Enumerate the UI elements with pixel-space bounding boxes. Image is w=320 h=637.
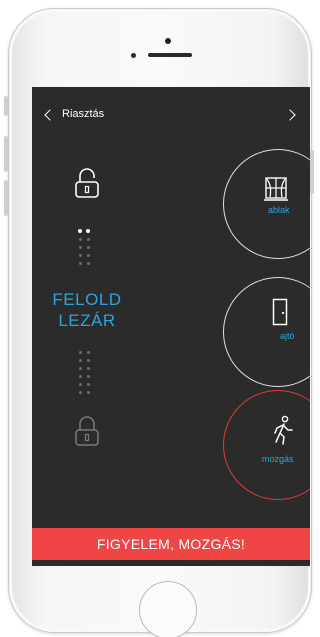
door-icon xyxy=(272,298,288,326)
front-camera xyxy=(165,38,171,44)
top-bar: Riasztás xyxy=(32,87,310,143)
slider-track-upper[interactable] xyxy=(77,229,93,271)
page: Riasztás FELOLD LEZÁR ablak ajtó mozgás … xyxy=(0,0,320,637)
alert-banner[interactable]: FIGYELEM, MOZGÁS! xyxy=(32,528,310,560)
sensor-window-label: ablak xyxy=(268,205,290,215)
volume-down-button xyxy=(4,180,8,216)
unlocked-padlock-icon[interactable] xyxy=(74,167,100,199)
home-button[interactable] xyxy=(139,581,197,637)
volume-up-button xyxy=(4,136,8,172)
locked-padlock-icon[interactable] xyxy=(74,415,100,447)
mute-switch xyxy=(4,96,8,116)
sensor-motion-label: mozgás xyxy=(262,454,294,464)
chevron-right-icon[interactable] xyxy=(284,109,296,121)
window-icon xyxy=(264,177,288,201)
sensor-door[interactable]: ajtó xyxy=(223,277,310,387)
walking-person-icon xyxy=(274,415,293,445)
sensor-motion[interactable]: mozgás xyxy=(223,390,310,500)
unlock-label[interactable]: FELOLD xyxy=(37,290,137,310)
power-button xyxy=(310,150,314,194)
proximity-sensor xyxy=(131,53,136,58)
earpiece-speaker xyxy=(148,53,192,57)
chevron-left-icon[interactable] xyxy=(44,109,56,121)
app-screen: Riasztás FELOLD LEZÁR ablak ajtó mozgás … xyxy=(32,87,310,566)
lock-label[interactable]: LEZÁR xyxy=(37,311,137,331)
page-title: Riasztás xyxy=(62,108,105,120)
sensor-door-label: ajtó xyxy=(280,331,295,341)
sensor-window[interactable]: ablak xyxy=(223,149,310,259)
slider-track-lower[interactable] xyxy=(77,351,93,397)
